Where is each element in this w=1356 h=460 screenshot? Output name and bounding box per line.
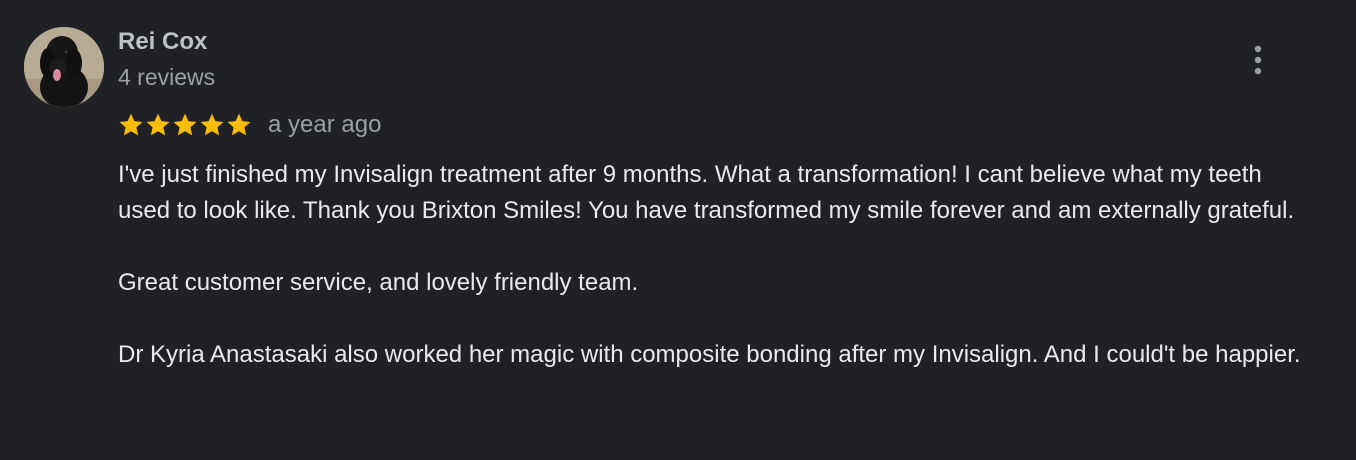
review-date: a year ago (268, 111, 382, 138)
star-icon (173, 113, 197, 136)
star-icon (119, 113, 143, 136)
review-card: Rei Cox 4 reviews a year ago I've just f… (0, 0, 1356, 460)
reviewer-name[interactable]: Rei Cox (118, 28, 207, 56)
star-icon (227, 113, 251, 136)
star-icon (200, 113, 224, 136)
review-count[interactable]: 4 reviews (118, 63, 215, 91)
more-options-button[interactable] (1240, 40, 1276, 80)
review-paragraph: Dr Kyria Anastasaki also worked her magi… (118, 341, 1301, 368)
rating-row: a year ago (118, 110, 381, 140)
star-icon (146, 113, 170, 136)
review-paragraph: I've just finished my Invisalign treatme… (118, 161, 1295, 224)
avatar[interactable] (24, 27, 104, 107)
review-text: I've just finished my Invisalign treatme… (118, 157, 1318, 373)
dog-photo (24, 27, 104, 107)
more-vert-icon (1254, 45, 1262, 75)
review-paragraph: Great customer service, and lovely frien… (118, 269, 639, 296)
star-rating (118, 112, 252, 138)
